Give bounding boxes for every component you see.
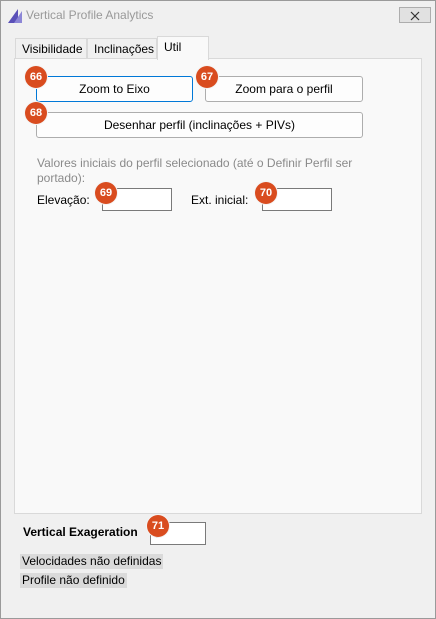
annotation-badge: 71 xyxy=(147,515,169,537)
tab-inclinacoes[interactable]: Inclinações xyxy=(87,38,157,59)
vertical-exageration-label: Vertical Exageration xyxy=(23,525,138,539)
annotation-badge: 69 xyxy=(95,182,117,204)
title-bar: Vertical Profile Analytics xyxy=(1,1,435,31)
annotation-badge: 66 xyxy=(25,66,47,88)
initial-values-hint: Valores iniciais do perfil selecionado (… xyxy=(37,156,353,185)
zoom-para-perfil-button[interactable]: Zoom para o perfil xyxy=(205,76,363,102)
close-button[interactable] xyxy=(399,7,431,23)
util-panel: Zoom to Eixo Zoom para o perfil Desenhar… xyxy=(14,58,422,514)
desenhar-perfil-button[interactable]: Desenhar perfil (inclinações + PIVs) xyxy=(36,112,363,138)
close-icon xyxy=(410,11,420,21)
zoom-to-eixo-button[interactable]: Zoom to Eixo xyxy=(36,76,193,102)
triangle-logo-icon xyxy=(8,9,22,23)
ext-inicial-label: Ext. inicial: xyxy=(191,193,249,207)
tab-visibilidade[interactable]: Visibilidade xyxy=(15,38,87,59)
velocidades-status: Velocidades não definidas xyxy=(20,554,164,569)
tab-util[interactable]: Util xyxy=(157,36,209,60)
annotation-badge: 67 xyxy=(196,66,218,88)
annotation-badge: 70 xyxy=(255,182,277,204)
elevacao-label: Elevação: xyxy=(37,193,90,207)
window-title: Vertical Profile Analytics xyxy=(26,8,154,22)
profile-status: Profile não definido xyxy=(20,573,127,588)
app-window: Vertical Profile Analytics Visibilidade … xyxy=(0,0,436,619)
annotation-badge: 68 xyxy=(25,102,47,124)
